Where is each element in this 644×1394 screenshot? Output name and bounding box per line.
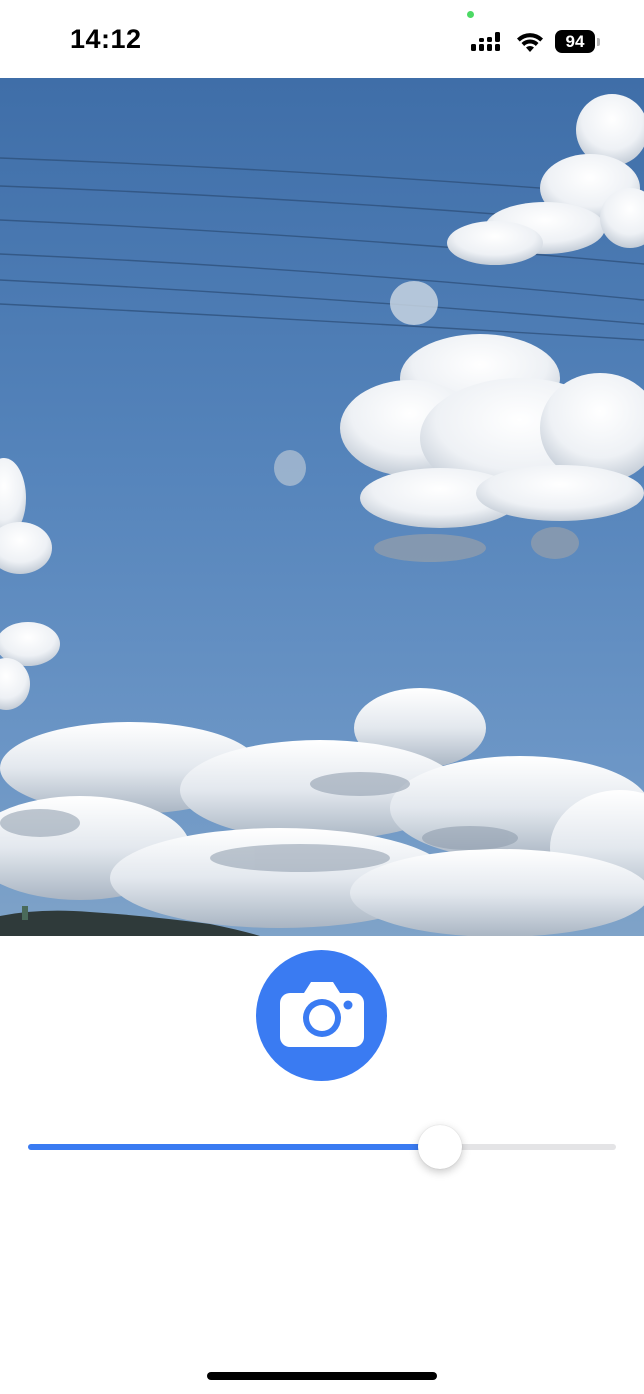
home-indicator[interactable] — [207, 1372, 437, 1380]
privacy-indicator-dot — [467, 11, 474, 18]
battery-icon: 94 — [555, 30, 601, 54]
battery-level: 94 — [555, 30, 595, 53]
wifi-icon — [517, 33, 543, 52]
camera-preview — [0, 78, 644, 936]
shutter-button[interactable] — [256, 950, 387, 1081]
slider-fill — [28, 1144, 441, 1150]
slider-thumb[interactable] — [418, 1125, 463, 1169]
camera-icon — [280, 982, 364, 1047]
battery-cap — [597, 38, 600, 46]
signal-icon — [471, 32, 500, 51]
zoom-slider[interactable] — [28, 1125, 616, 1169]
camera-preview-image — [0, 78, 644, 936]
status-time: 14:12 — [70, 24, 142, 54]
status-bar: 14:12 94 — [0, 0, 644, 78]
